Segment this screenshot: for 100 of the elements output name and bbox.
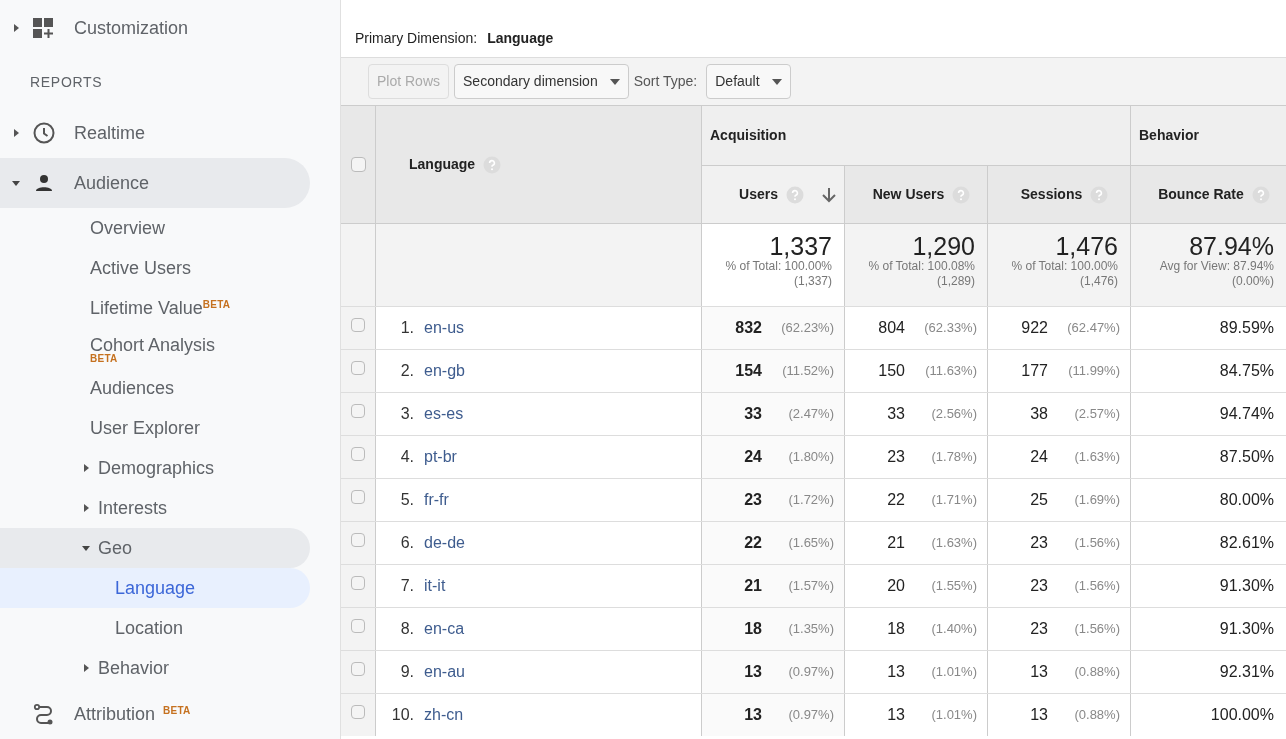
sidebar-item[interactable]: Interests xyxy=(0,488,310,528)
cell-value: 20 xyxy=(887,576,905,596)
nav-item[interactable]: Customization xyxy=(0,0,340,56)
percent-share: (1.72%) xyxy=(787,491,834,510)
caret-down-icon[interactable] xyxy=(82,544,90,552)
row-checkbox[interactable] xyxy=(351,404,365,418)
nav-item[interactable]: Audience xyxy=(0,158,310,208)
percent-share: (0.88%) xyxy=(1073,706,1120,725)
sidebar-item[interactable]: Active Users xyxy=(0,248,310,288)
column-header[interactable]: Users xyxy=(702,166,845,223)
help-icon[interactable] xyxy=(1251,185,1270,204)
row-checkbox[interactable] xyxy=(351,490,365,504)
language-link[interactable]: en-us xyxy=(424,316,465,340)
secondary-dimension-dropdown[interactable]: Secondary dimension xyxy=(454,64,629,99)
help-icon[interactable] xyxy=(483,155,502,174)
percent-share: (1.71%) xyxy=(930,491,977,510)
cell-value: 82.61% xyxy=(1219,533,1274,553)
sort-type-dropdown[interactable]: Default xyxy=(706,64,791,99)
column-header[interactable]: Sessions xyxy=(988,166,1131,223)
sidebar-item-label: Language xyxy=(115,576,196,600)
sidebar-item[interactable]: Audiences xyxy=(0,368,310,408)
help-icon[interactable] xyxy=(952,185,971,204)
sidebar-item-label: Cohort Analysis xyxy=(90,336,216,354)
column-heading: Sessions xyxy=(1020,185,1083,204)
language-link[interactable]: en-gb xyxy=(424,359,465,383)
beta-label: BETA xyxy=(90,354,119,364)
nav-item-label: Realtime xyxy=(74,121,146,145)
caret-down-icon[interactable] xyxy=(12,179,20,187)
nav-item[interactable]: Realtime xyxy=(0,108,310,158)
caret-down-icon xyxy=(609,78,620,85)
row-checkbox[interactable] xyxy=(351,447,365,461)
sidebar-item-label: Demographics xyxy=(98,456,215,480)
sidebar-item[interactable]: Behavior xyxy=(0,648,310,688)
percent-share: (1.57%) xyxy=(787,577,834,596)
language-link[interactable]: en-ca xyxy=(424,617,465,641)
cell-value: 23 xyxy=(1030,619,1048,639)
group-header: Behavior xyxy=(1131,106,1286,166)
sidebar-item[interactable]: Geo xyxy=(0,528,310,568)
percent-share: (62.23%) xyxy=(780,319,834,338)
sidebar-item[interactable]: Cohort Analysis BETA xyxy=(0,328,310,368)
cell-value: 13 xyxy=(1030,705,1048,725)
cell-value: 13 xyxy=(1030,662,1048,682)
column-heading: Users xyxy=(739,185,778,204)
cell-value: 84.75% xyxy=(1219,361,1274,381)
language-link[interactable]: it-it xyxy=(424,574,446,598)
total-caption: Avg for View: 87.94% xyxy=(1159,259,1274,274)
caret-right-icon[interactable] xyxy=(12,24,20,32)
row-checkbox[interactable] xyxy=(351,662,365,676)
row-checkbox[interactable] xyxy=(351,576,365,590)
select-all-checkbox[interactable] xyxy=(350,157,366,172)
row-index: 7. xyxy=(399,576,415,596)
caret-right-icon[interactable] xyxy=(82,504,90,512)
row-checkbox[interactable] xyxy=(351,533,365,547)
language-link[interactable]: de-de xyxy=(424,531,465,555)
percent-share: (1.65%) xyxy=(787,534,834,553)
cell-value: 13 xyxy=(887,662,905,682)
percent-share: (0.97%) xyxy=(787,663,834,682)
caret-right-icon[interactable] xyxy=(82,664,90,672)
language-link[interactable]: fr-fr xyxy=(424,488,449,512)
help-icon[interactable] xyxy=(1090,185,1109,204)
caret-right-icon[interactable] xyxy=(12,129,20,137)
sidebar-item[interactable]: Demographics xyxy=(0,448,310,488)
primary-dimension-label: Primary Dimension: xyxy=(355,29,478,48)
percent-share: (2.47%) xyxy=(787,405,834,424)
percent-share: (1.56%) xyxy=(1073,620,1120,639)
language-link[interactable]: zh-cn xyxy=(424,703,464,727)
percent-share: (1.56%) xyxy=(1073,534,1120,553)
cell-value: 33 xyxy=(744,404,762,424)
cell-value: 80.00% xyxy=(1219,490,1274,510)
language-link[interactable]: es-es xyxy=(424,402,464,426)
cell-value: 24 xyxy=(744,447,762,467)
cell-value: 94.74% xyxy=(1219,404,1274,424)
sidebar-item[interactable]: User Explorer xyxy=(0,408,310,448)
nav-item-label: Customization xyxy=(74,16,189,40)
row-checkbox[interactable] xyxy=(351,361,365,375)
column-header[interactable]: New Users xyxy=(845,166,988,223)
percent-share: (11.52%) xyxy=(781,362,834,381)
cell-value: 23 xyxy=(1030,576,1048,596)
sidebar-item[interactable]: Location xyxy=(0,608,310,648)
row-checkbox[interactable] xyxy=(351,318,365,332)
language-link[interactable]: en-au xyxy=(424,660,465,684)
nav-item[interactable]: Attribution BETA xyxy=(0,689,310,739)
row-checkbox[interactable] xyxy=(351,619,365,633)
row-checkbox[interactable] xyxy=(351,705,365,719)
total-caption: % of Total: 100.00% xyxy=(725,259,832,274)
cell-value: 18 xyxy=(744,619,762,639)
arrow-down-icon[interactable] xyxy=(822,186,836,203)
help-icon[interactable] xyxy=(785,185,804,204)
sidebar-item-label: Geo xyxy=(98,536,133,560)
language-link[interactable]: pt-br xyxy=(424,445,457,469)
cell-value: 154 xyxy=(735,361,762,381)
caret-right-icon[interactable] xyxy=(82,464,90,472)
sidebar-item[interactable]: Language xyxy=(0,568,310,608)
sidebar-item[interactable]: Overview xyxy=(0,208,310,248)
column-header[interactable]: Bounce Rate xyxy=(1131,166,1286,223)
cell-value: 23 xyxy=(744,490,762,510)
cell-value: 804 xyxy=(878,318,905,338)
cell-value: 922 xyxy=(1021,318,1048,338)
cell-value: 38 xyxy=(1030,404,1048,424)
row-index: 3. xyxy=(399,404,415,424)
